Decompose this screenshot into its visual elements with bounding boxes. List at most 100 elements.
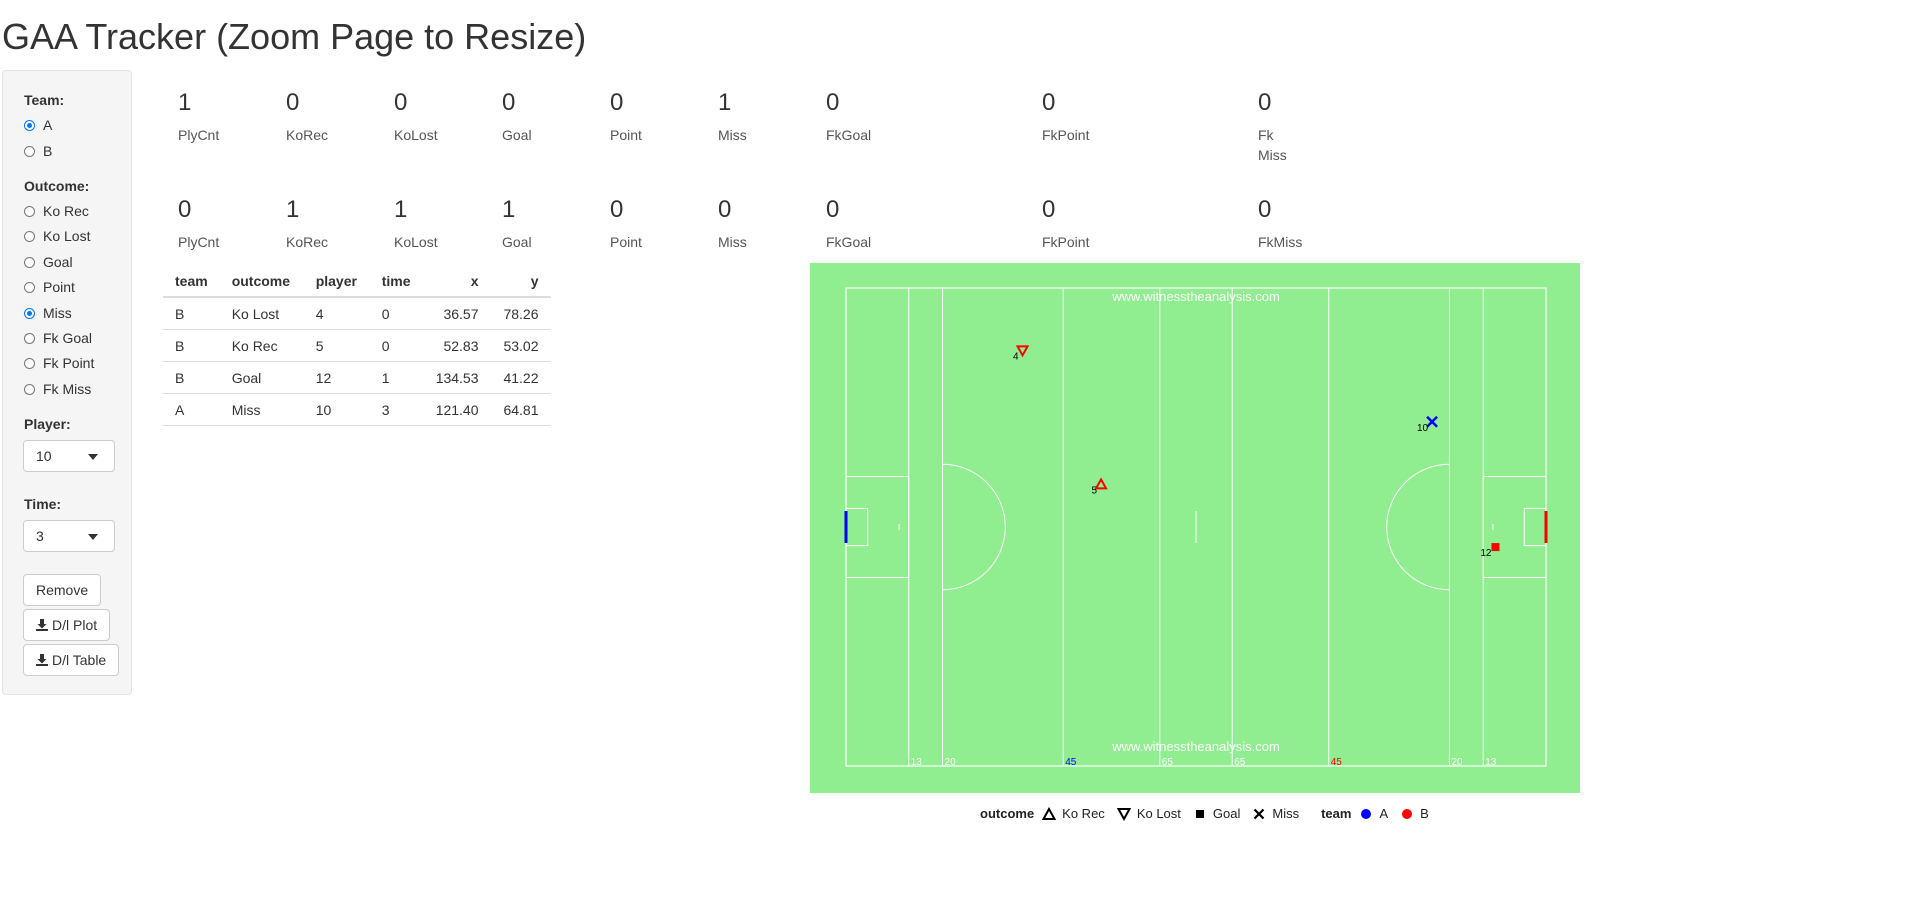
team-label: Team: [24, 92, 65, 108]
x-mark-icon [1254, 808, 1265, 819]
table-row[interactable]: B Ko Lost 4 0 36.57 78.26 [163, 297, 551, 330]
column-header[interactable]: time [369, 266, 424, 298]
stat-box: 0 PlyCnt [178, 198, 219, 252]
table-row[interactable]: B Ko Rec 5 0 52.83 53.02 [163, 329, 551, 362]
radio-circle[interactable] [24, 205, 35, 217]
radio-circle[interactable] [24, 281, 35, 293]
legend-team-title: team [1321, 806, 1352, 821]
table-cell: A [163, 393, 220, 426]
stat-box: 1 PlyCnt [178, 91, 219, 145]
stat-value: 0 [1258, 196, 1272, 223]
plot-legend: outcome Ko Rec Ko Lost Goal Miss team A … [980, 806, 1441, 821]
outcome-radio-fk-point[interactable]: Fk Point [24, 353, 94, 373]
pitch-line-label: 20 [1451, 757, 1463, 768]
stat-box: 0 Goal [502, 91, 532, 145]
legend-item-label: Ko Lost [1136, 806, 1181, 821]
team-option-label: B [43, 143, 53, 159]
radio-circle[interactable] [24, 230, 35, 242]
stat-label: Miss [718, 234, 747, 250]
table-cell: 53.02 [490, 329, 551, 362]
table-cell: 0 [369, 297, 424, 330]
table-cell: Goal [219, 361, 304, 394]
stat-value: 1 [178, 89, 192, 116]
download-plot-button[interactable]: D/l Plot [23, 609, 111, 641]
stat-box: 0 FkMiss [1258, 198, 1302, 252]
stat-box: 0 FkPoint [1042, 198, 1089, 252]
stat-label: FkMiss [1258, 234, 1303, 250]
column-header[interactable]: player [303, 266, 370, 298]
outcome-option-label: Miss [43, 305, 72, 321]
stat-label: Fk Miss [1258, 127, 1287, 163]
data-point-label: 12 [1480, 548, 1492, 559]
pitch-plot[interactable]: www.witnesstheanalysis.com www.witnessthe… [810, 263, 1580, 793]
stat-label: FkGoal [826, 127, 872, 143]
table-cell: 4 [303, 297, 370, 330]
radio-circle[interactable] [24, 145, 35, 157]
stat-value: 0 [394, 89, 408, 116]
radio-circle[interactable] [24, 383, 35, 395]
column-header[interactable]: x [423, 266, 491, 298]
stat-value: 0 [286, 89, 300, 116]
stat-value: 0 [1042, 196, 1056, 223]
outcome-label: Outcome: [24, 178, 90, 194]
radio-circle[interactable] [24, 256, 35, 268]
table-cell: Miss [219, 393, 304, 426]
table-cell: Ko Lost [219, 297, 304, 330]
download-table-button[interactable]: D/l Table [23, 644, 120, 676]
table-cell: 52.83 [423, 329, 491, 362]
outcome-option-label: Point [43, 279, 75, 295]
stat-box: 1 KoLost [394, 198, 438, 252]
stat-label: KoLost [394, 127, 438, 143]
outcome-radio-point[interactable]: Point [24, 277, 75, 297]
stat-value: 0 [718, 196, 732, 223]
column-header[interactable]: team [163, 266, 220, 298]
table-row[interactable]: B Goal 12 1 134.53 41.22 [163, 361, 551, 394]
outcome-radio-ko-rec[interactable]: Ko Rec [24, 201, 89, 221]
stat-label: FkPoint [1042, 234, 1090, 250]
outcome-radio-fk-goal[interactable]: Fk Goal [24, 328, 92, 348]
page-title: GAA Tracker (Zoom Page to Resize) [2, 16, 587, 57]
pitch-line-label: 65 [1162, 757, 1174, 768]
legend-item-label: Goal [1212, 806, 1241, 821]
player-select-value: 10 [36, 448, 52, 464]
table-cell: 64.81 [490, 393, 551, 426]
stat-label: Miss [718, 127, 747, 143]
table-row[interactable]: A Miss 10 3 121.40 64.81 [163, 393, 551, 426]
time-select[interactable]: 3 [23, 520, 115, 552]
radio-circle[interactable] [24, 307, 35, 319]
stat-label: FkPoint [1042, 127, 1090, 143]
outcome-radio-ko-lost[interactable]: Ko Lost [24, 226, 90, 246]
radio-circle[interactable] [24, 119, 35, 131]
radio-circle[interactable] [24, 357, 35, 369]
outcome-radio-goal[interactable]: Goal [24, 252, 73, 272]
column-header[interactable]: outcome [219, 266, 304, 298]
team-radio-a[interactable]: A [24, 115, 52, 135]
remove-button[interactable]: Remove [23, 574, 102, 606]
stat-label: Point [610, 127, 642, 143]
stat-value: 0 [502, 89, 516, 116]
legend-item-label: B [1420, 806, 1429, 821]
stat-label: PlyCnt [178, 234, 220, 250]
table-cell: 1 [369, 361, 424, 394]
stat-label: Goal [502, 127, 532, 143]
stat-value: 1 [502, 196, 516, 223]
stat-label: Point [610, 234, 642, 250]
table-cell: 36.57 [423, 297, 491, 330]
stat-value: 1 [718, 89, 732, 116]
stat-label: FkGoal [826, 234, 872, 250]
radio-circle[interactable] [24, 332, 35, 344]
stat-label: Goal [502, 234, 532, 250]
stat-value: 0 [178, 196, 192, 223]
column-header[interactable]: y [490, 266, 551, 298]
data-point-label: 5 [1091, 485, 1097, 496]
pitch-line-label: 13 [1485, 757, 1497, 768]
stat-box: 0 FkGoal [826, 91, 871, 145]
outcome-radio-fk-miss[interactable]: Fk Miss [24, 379, 91, 399]
team-radio-b[interactable]: B [24, 141, 52, 161]
watermark-bottom: www.witnesstheanalysis.com [1111, 739, 1280, 754]
player-select[interactable]: 10 [23, 440, 115, 472]
outcome-radio-miss[interactable]: Miss [24, 303, 72, 323]
stat-box: 0 FkPoint [1042, 91, 1089, 145]
stat-value: 0 [610, 89, 624, 116]
table-cell: 134.53 [423, 361, 491, 394]
